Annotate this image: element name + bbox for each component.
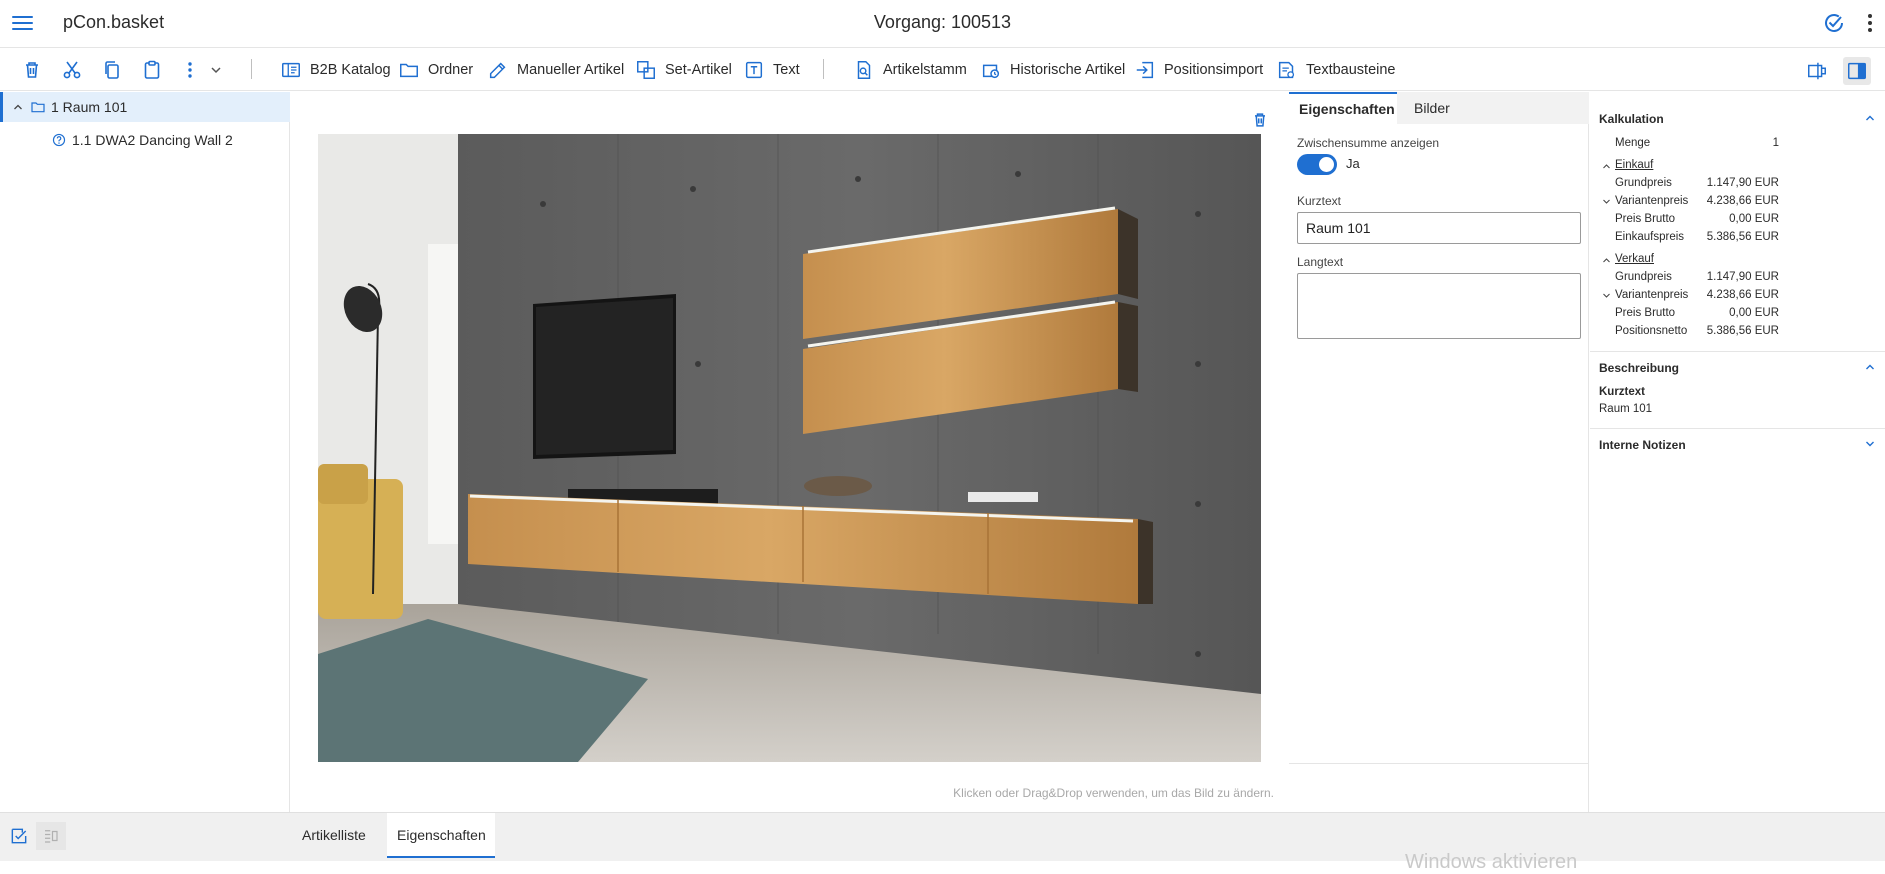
- app-title: pCon.basket: [63, 12, 165, 32]
- tab-eigenschaften-bottom[interactable]: Eigenschaften: [387, 813, 495, 858]
- calc-row: Einkaufspreis 5.386,56 EUR: [1615, 231, 1779, 243]
- layout-toggle-button[interactable]: [1803, 57, 1831, 85]
- position-import-button[interactable]: Positionsimport: [1134, 57, 1263, 83]
- paste-icon[interactable]: [140, 58, 164, 82]
- description-key: Kurztext: [1599, 386, 1646, 398]
- calc-row: Variantenpreis 4.238,66 EUR: [1590, 194, 1885, 212]
- set-icon: [637, 61, 655, 79]
- langtext-label: Langtext: [1297, 255, 1344, 269]
- sidebar-panel-icon: [1848, 62, 1866, 80]
- filter-button[interactable]: [36, 822, 66, 850]
- divider: [1590, 351, 1885, 352]
- calc-row: Grundpreis 1.147,90 EUR: [1615, 177, 1779, 189]
- tree-item-article[interactable]: 1.1 DWA2 Dancing Wall 2: [0, 125, 290, 155]
- chevron-down-icon[interactable]: [204, 58, 228, 82]
- manual-article-button[interactable]: Manueller Artikel: [487, 57, 624, 83]
- subtotal-label: Zwischensumme anzeigen: [1297, 136, 1440, 150]
- historical-articles-button[interactable]: Historische Artikel: [980, 57, 1125, 83]
- tree-item-folder[interactable]: 1 Raum 101: [0, 92, 290, 122]
- chevron-down-icon[interactable]: [1602, 291, 1611, 300]
- kurztext-input[interactable]: [1297, 212, 1581, 244]
- subtotal-toggle[interactable]: [1297, 154, 1337, 175]
- verkauf-group-title[interactable]: Verkauf: [1615, 253, 1654, 265]
- trash-icon[interactable]: [20, 58, 44, 82]
- text-blocks-button[interactable]: Textbausteine: [1276, 57, 1395, 83]
- document-title: Vorgang: 100513: [873, 12, 1012, 32]
- tab-bilder[interactable]: Bilder: [1404, 92, 1460, 124]
- properties-tabs: Eigenschaften Bilder: [1289, 92, 1589, 124]
- text-icon: [745, 61, 763, 79]
- divider: [1289, 763, 1589, 764]
- subtotal-toggle-label: Ja: [1346, 156, 1360, 171]
- checklist-icon[interactable]: [9, 826, 29, 846]
- list-filter-icon: [45, 830, 58, 843]
- tree-item-label: 1.1 DWA2 Dancing Wall 2: [72, 132, 233, 148]
- set-article-button[interactable]: Set-Artikel: [635, 57, 732, 83]
- image-panel: Klicken oder Drag&Drop verwenden, um das…: [291, 92, 1288, 812]
- chevron-up-icon[interactable]: [1864, 361, 1876, 373]
- more-options-icon[interactable]: [178, 58, 202, 82]
- sidebar-toggle-button[interactable]: [1843, 57, 1871, 85]
- check-circle-icon[interactable]: [1822, 11, 1846, 35]
- hamburger-menu-icon[interactable]: [12, 13, 34, 33]
- calc-row: Preis Brutto 0,00 EUR: [1615, 307, 1779, 319]
- catalog-icon: [282, 62, 300, 78]
- toolbar-divider: [251, 59, 252, 79]
- calc-row: Grundpreis 1.147,90 EUR: [1615, 271, 1779, 283]
- folder-icon: [31, 102, 45, 113]
- panel-layout-icon: [1808, 62, 1826, 80]
- calculation-panel: Kalkulation Menge 1 Einkauf Grundpreis 1…: [1590, 92, 1885, 812]
- windows-activation-watermark: Windows aktivieren: [1405, 851, 1578, 873]
- folder-button[interactable]: Ordner: [398, 57, 473, 83]
- chevron-up-icon[interactable]: [12, 101, 24, 113]
- text-button[interactable]: Text: [743, 57, 800, 83]
- help-circle-icon: [52, 133, 66, 147]
- chevron-up-icon[interactable]: [1864, 112, 1876, 124]
- calc-row: Positionsnetto 5.386,56 EUR: [1615, 325, 1779, 337]
- b2b-catalog-button[interactable]: B2B Katalog: [280, 57, 391, 83]
- calculation-title: Kalkulation: [1599, 112, 1664, 126]
- notes-title: Interne Notizen: [1599, 438, 1686, 452]
- description-value: Raum 101: [1599, 403, 1653, 415]
- search-doc-icon: [857, 61, 871, 79]
- article-master-button[interactable]: Artikelstamm: [853, 57, 967, 83]
- toolbar: B2B Katalog Ordner Manueller Artikel Set…: [0, 49, 1885, 91]
- properties-panel: Eigenschaften Bilder Zwischensumme anzei…: [1289, 92, 1589, 812]
- tree-item-label: 1 Raum 101: [51, 99, 128, 115]
- chevron-down-icon[interactable]: [1602, 197, 1611, 206]
- tab-eigenschaften[interactable]: Eigenschaften: [1289, 92, 1397, 124]
- text-blocks-icon: [1278, 61, 1295, 79]
- copy-icon[interactable]: [100, 58, 124, 82]
- article-tree: 1 Raum 101 1.1 DWA2 Dancing Wall 2: [0, 92, 290, 812]
- menge-row: Menge 1: [1615, 137, 1779, 149]
- article-image[interactable]: [318, 134, 1261, 762]
- history-icon: [982, 64, 1000, 79]
- calc-row: Variantenpreis 4.238,66 EUR: [1590, 288, 1885, 306]
- divider: [1590, 428, 1885, 429]
- einkauf-group-title[interactable]: Einkauf: [1615, 159, 1653, 171]
- folder-icon: [400, 63, 418, 78]
- chevron-down-icon[interactable]: [1864, 438, 1876, 450]
- living-room-photo: [318, 134, 1261, 762]
- tab-artikelliste[interactable]: Artikelliste: [292, 813, 376, 858]
- app-header: pCon.basket Vorgang: 100513: [0, 0, 1885, 48]
- chevron-up-icon[interactable]: [1602, 162, 1611, 171]
- edit-icon: [489, 62, 506, 79]
- bottom-bar: Artikelliste Eigenschaften Windows aktiv…: [0, 812, 1885, 873]
- trash-icon[interactable]: [1250, 110, 1270, 130]
- image-hint: Klicken oder Drag&Drop verwenden, um das…: [953, 786, 1274, 800]
- description-title: Beschreibung: [1599, 361, 1680, 375]
- toolbar-divider: [823, 59, 824, 79]
- cut-icon[interactable]: [60, 58, 84, 82]
- calc-row: Preis Brutto 0,00 EUR: [1615, 213, 1779, 225]
- langtext-textarea[interactable]: [1297, 273, 1581, 339]
- more-vertical-icon[interactable]: [1866, 12, 1874, 34]
- kurztext-label: Kurztext: [1297, 194, 1342, 208]
- chevron-up-icon[interactable]: [1602, 256, 1611, 265]
- import-icon: [1136, 61, 1154, 79]
